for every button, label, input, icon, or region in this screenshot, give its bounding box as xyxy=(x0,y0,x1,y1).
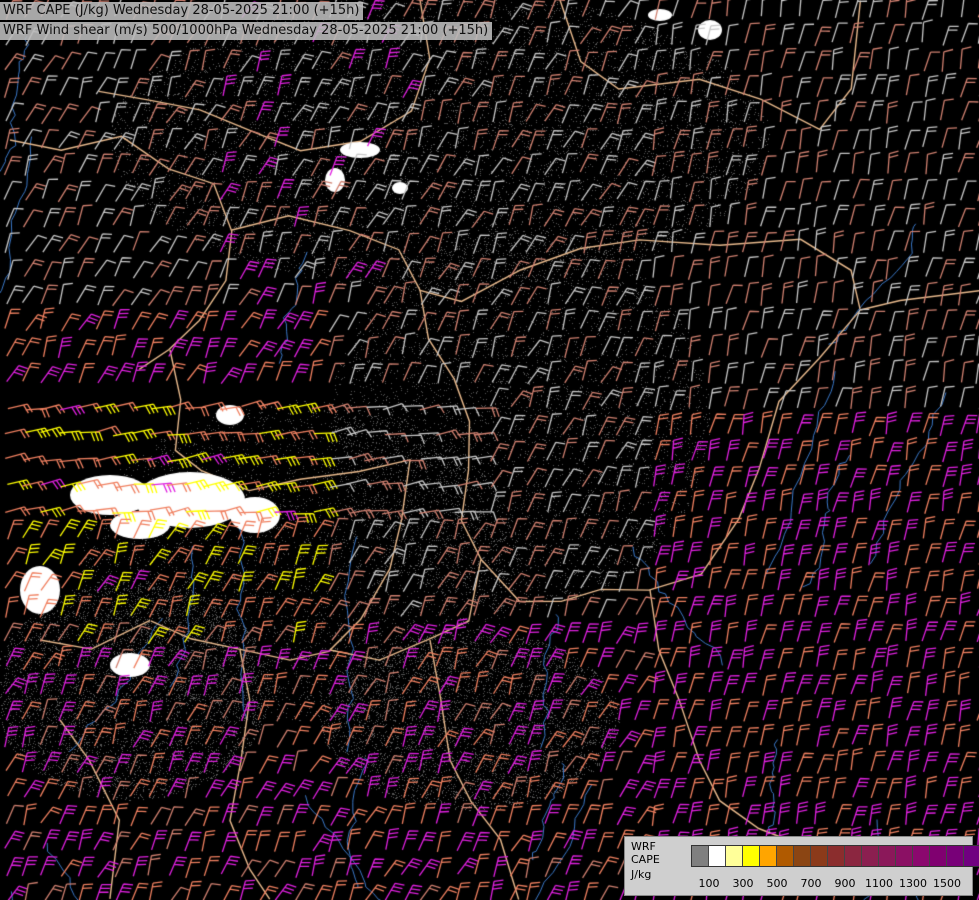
legend-tick-label: 1500 xyxy=(933,877,961,890)
legend-tick-label: 1100 xyxy=(865,877,893,890)
legend-swatch xyxy=(862,846,879,866)
legend-swatch xyxy=(947,846,964,866)
legend-swatch xyxy=(896,846,913,866)
legend-swatch xyxy=(964,846,979,866)
legend-tick-label: 700 xyxy=(800,877,822,890)
legend-swatch xyxy=(845,846,862,866)
legend-tick-label: 500 xyxy=(766,877,788,890)
legend-tick-label: 1300 xyxy=(899,877,927,890)
cape-legend: WRF CAPE J/kg 100 300 500 700 900 1100 1300 150… xyxy=(624,836,979,896)
legend-tick-label: 100 xyxy=(698,877,720,890)
weather-map xyxy=(0,0,979,900)
legend-tick-label: 900 xyxy=(834,877,856,890)
legend-color-scale xyxy=(691,845,979,867)
legend-tick-label: 300 xyxy=(732,877,754,890)
legend-swatch xyxy=(828,846,845,866)
legend-swatch xyxy=(794,846,811,866)
map-title-cape: WRF CAPE (J/kg) Wednesday 28-05-2025 21:… xyxy=(0,2,364,20)
legend-swatch xyxy=(879,846,896,866)
legend-caption-model: WRF xyxy=(631,840,656,853)
legend-swatch xyxy=(777,846,794,866)
legend-swatch xyxy=(692,846,709,866)
legend-swatch xyxy=(930,846,947,866)
legend-swatch xyxy=(811,846,828,866)
legend-caption-unit: J/kg xyxy=(631,868,652,881)
legend-swatch xyxy=(726,846,743,866)
legend-swatch xyxy=(913,846,930,866)
legend-swatch xyxy=(743,846,760,866)
legend-swatch xyxy=(760,846,777,866)
legend-swatch xyxy=(709,846,726,866)
map-title-wind-shear: WRF Wind shear (m/s) 500/1000hPa Wednesd… xyxy=(0,22,493,40)
legend-caption-field: CAPE xyxy=(631,853,660,866)
